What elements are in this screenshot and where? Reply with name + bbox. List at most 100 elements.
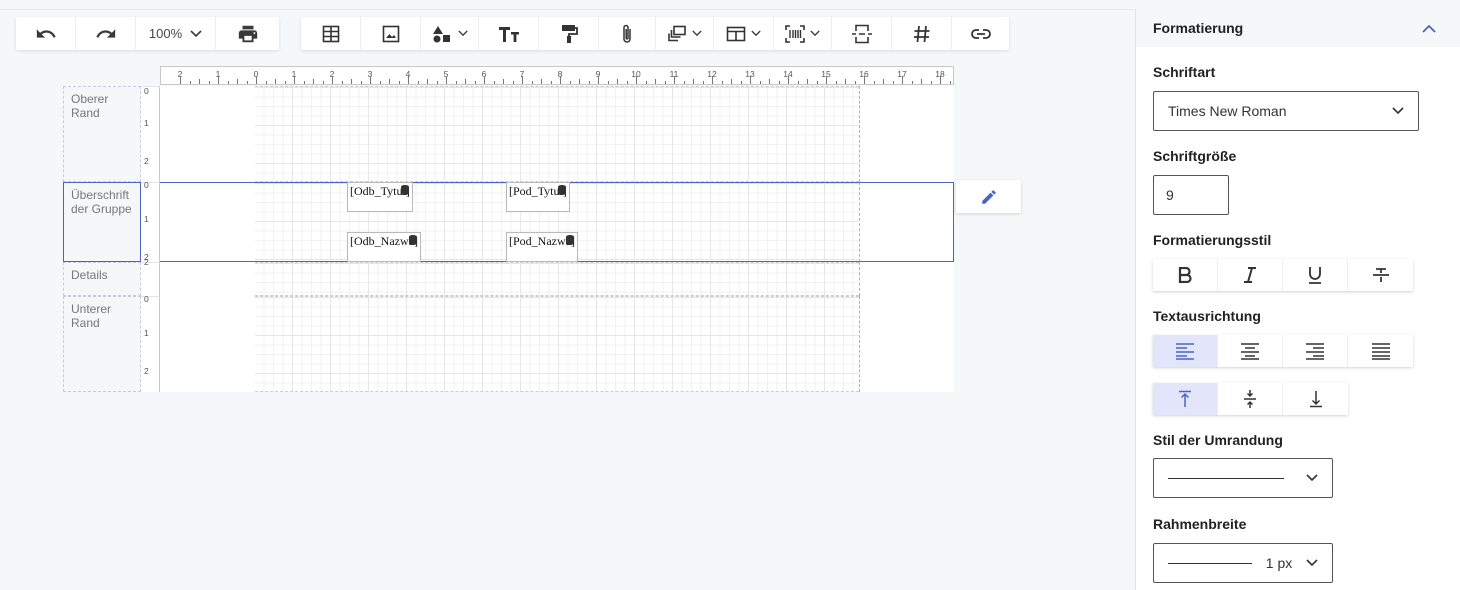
border-width-select[interactable]: 1 px [1153, 543, 1333, 583]
paint-roller-icon [561, 24, 578, 43]
bold-button[interactable] [1153, 259, 1218, 291]
font-select[interactable]: Times New Roman [1153, 91, 1419, 131]
border-style-select[interactable] [1153, 458, 1333, 498]
insert-shape-button[interactable] [421, 17, 479, 50]
ruler-tick [674, 76, 675, 84]
ruler-tick [503, 79, 504, 84]
ruler-tick [560, 76, 561, 84]
band-canvas[interactable] [160, 86, 954, 182]
ruler-tick [427, 79, 428, 84]
chevron-down-icon [1306, 474, 1318, 482]
ruler-tick [322, 81, 324, 84]
hyperlink-button[interactable] [952, 17, 1009, 50]
band-layout-button[interactable] [714, 17, 774, 50]
ruler-tick [465, 79, 466, 84]
table-icon [322, 25, 339, 42]
report-designer: 2 1 0 1 2 3 4 5 6 7 8 9 10 11 12 13 14 15 16 17 18 Oberer Ra… [63, 66, 954, 396]
vertical-ruler: 012 [141, 294, 160, 392]
font-style-group [1153, 259, 1413, 291]
text-icon [498, 26, 519, 42]
ruler-tick [512, 81, 514, 84]
pencil-icon [981, 189, 996, 204]
format-painter-button[interactable] [539, 17, 599, 50]
ruler-tick [484, 76, 485, 84]
undo-button[interactable] [16, 17, 76, 50]
ruler-tick [256, 76, 257, 84]
insert-image-button[interactable] [361, 17, 421, 50]
band-bottom-margin[interactable]: Unterer Rand 012 [63, 294, 954, 392]
ruler-tick [778, 81, 780, 84]
print-icon [238, 25, 257, 42]
ruler-tick [541, 79, 542, 84]
ruler-tick [712, 76, 713, 84]
zoom-dropdown[interactable]: 100% [136, 17, 216, 50]
align-justify-button[interactable] [1348, 335, 1413, 367]
edit-band-button[interactable] [956, 180, 1021, 213]
bold-icon [1178, 267, 1192, 283]
ruler-tick [911, 81, 913, 84]
align-top-button[interactable] [1153, 383, 1218, 415]
align-right-button[interactable] [1283, 335, 1348, 367]
attachment-button[interactable] [599, 17, 656, 50]
band-details[interactable]: Details 2 [63, 257, 954, 296]
italic-button[interactable] [1218, 259, 1283, 291]
ruler-tick [617, 79, 618, 84]
ruler-tick [303, 81, 305, 84]
ruler-tick [579, 79, 580, 84]
band-group-header[interactable]: Überschrift der Gruppe 012 [Odb_Tytul] [… [63, 180, 954, 262]
ruler-tick [189, 81, 191, 84]
align-bottom-icon [1309, 391, 1322, 408]
font-label: Schriftart [1153, 64, 1216, 80]
align-center-button[interactable] [1218, 335, 1283, 367]
layers-icon [668, 25, 686, 41]
ruler-tick [655, 79, 656, 84]
band-top-margin[interactable]: Oberer Rand 012 [63, 86, 954, 182]
arrange-button[interactable] [656, 17, 714, 50]
ruler-tick [816, 81, 818, 84]
panel-header[interactable]: Formatierung [1136, 9, 1460, 47]
ruler-tick [921, 79, 922, 84]
ruler-tick [180, 76, 181, 84]
style-label: Formatierungsstil [1153, 232, 1272, 248]
field-text: [Odb_Nazwa] [350, 234, 418, 248]
align-middle-button[interactable] [1218, 383, 1283, 415]
font-size-input[interactable]: 9 [1153, 175, 1229, 215]
field-odb-nazwa[interactable]: [Odb_Nazwa] [347, 232, 421, 262]
redo-button[interactable] [76, 17, 136, 50]
insert-table-button[interactable] [301, 17, 361, 50]
ruler-tick [531, 81, 533, 84]
ruler-tick [474, 81, 476, 84]
ruler-tick [835, 81, 837, 84]
field-pod-nazwa[interactable]: [Pod_Nazwa] [506, 232, 578, 262]
band-canvas[interactable] [160, 296, 954, 392]
ruler-tick [807, 79, 808, 84]
ruler-tick [408, 76, 409, 84]
align-center-icon [1241, 343, 1259, 360]
barcode-button[interactable] [774, 17, 832, 50]
border-width-label: Rahmenbreite [1153, 516, 1247, 532]
hash-icon [913, 25, 929, 42]
align-label: Textausrichtung [1153, 308, 1261, 324]
insert-text-button[interactable] [479, 17, 539, 50]
vertical-ruler: 012 [141, 86, 160, 182]
ruler-tick [788, 76, 789, 84]
image-icon [382, 25, 399, 42]
ruler-tick [769, 79, 770, 84]
chevron-down-icon [1392, 107, 1404, 115]
strikethrough-button[interactable] [1348, 259, 1413, 291]
ruler-tick [208, 81, 210, 84]
border-style-label: Stil der Umrandung [1153, 432, 1283, 448]
page-number-button[interactable] [892, 17, 952, 50]
band-canvas[interactable] [160, 262, 954, 296]
page-break-button[interactable] [832, 17, 892, 50]
align-bottom-button[interactable] [1283, 383, 1348, 415]
underline-button[interactable] [1283, 259, 1348, 291]
field-odb-tytul[interactable]: [Odb_Tytul] [347, 182, 413, 212]
ruler-tick [218, 76, 219, 84]
print-button[interactable] [216, 17, 279, 50]
align-left-button[interactable] [1153, 335, 1218, 367]
band-label: Unterer Rand [63, 296, 141, 392]
chevron-up-icon[interactable] [1422, 24, 1436, 33]
vertical-ruler: 012 [141, 180, 160, 262]
field-pod-tytul[interactable]: [Pod_Tytul] [506, 182, 570, 212]
